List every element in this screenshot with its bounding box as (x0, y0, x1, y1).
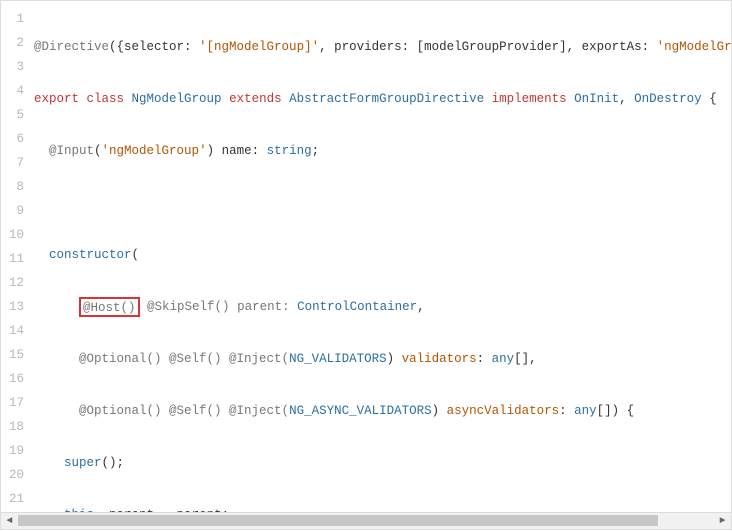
line-number: 10 (9, 223, 24, 247)
line-number: 7 (9, 151, 24, 175)
scrollbar-track[interactable] (18, 513, 714, 529)
line-number: 5 (9, 103, 24, 127)
decorator-name: @Optional() @Self() @Inject( (34, 404, 289, 418)
line-number: 4 (9, 79, 24, 103)
string-literal: '[ngModelGroup]' (199, 40, 319, 54)
code-text: ) (387, 352, 402, 366)
code-text: ({selector: (109, 40, 199, 54)
keyword: this (64, 508, 94, 512)
line-number: 20 (9, 463, 24, 487)
type-name: any (492, 352, 515, 366)
code-text: : (559, 404, 574, 418)
code-text (34, 300, 79, 314)
keyword: implements (484, 92, 574, 106)
scroll-right-arrow-icon[interactable]: ► (714, 514, 731, 529)
keyword: extends (222, 92, 290, 106)
type-name: any (574, 404, 597, 418)
line-number: 6 (9, 127, 24, 151)
line-number: 12 (9, 271, 24, 295)
interface-name: OnDestroy (634, 92, 702, 106)
code-line-empty (34, 191, 731, 215)
class-name: AbstractFormGroupDirective (289, 92, 484, 106)
line-number: 19 (9, 439, 24, 463)
interface-name: OnInit (574, 92, 619, 106)
code-content[interactable]: @Directive({selector: '[ngModelGroup]', … (34, 1, 731, 512)
code-line: @Optional() @Self() @Inject(NG_VALIDATOR… (34, 347, 731, 371)
code-text (34, 456, 64, 470)
keyword: export (34, 92, 79, 106)
code-text: @SkipSelf() parent: (140, 300, 298, 314)
keyword: class (79, 92, 132, 106)
line-number-gutter: 1 2 3 4 5 6 7 8 9 10 11 12 13 14 15 16 1… (1, 1, 34, 512)
code-text: , providers: [modelGroupProvider], expor… (319, 40, 657, 54)
keyword: super (64, 456, 102, 470)
line-number: 9 (9, 199, 24, 223)
code-text: , (619, 92, 634, 106)
line-number: 13 (9, 295, 24, 319)
string-literal: 'ngModelGroup' (102, 144, 207, 158)
line-number: 18 (9, 415, 24, 439)
line-number: 16 (9, 367, 24, 391)
line-number: 8 (9, 175, 24, 199)
decorator-name: @Input (34, 144, 94, 158)
string-literal: 'ngModelGroup' (657, 40, 731, 54)
code-text: (); (102, 456, 125, 470)
line-number: 15 (9, 343, 24, 367)
code-text: { (702, 92, 717, 106)
type-name: string (267, 144, 312, 158)
line-number: 2 (9, 31, 24, 55)
decorator-name: @Optional() @Self() @Inject( (34, 352, 289, 366)
function-name: constructor (34, 248, 132, 262)
decorator-name: @Directive (34, 40, 109, 54)
code-text: ( (94, 144, 102, 158)
constant-name: NG_VALIDATORS (289, 352, 387, 366)
code-line: @Input('ngModelGroup') name: string; (34, 139, 731, 163)
highlighted-host-decorator: @Host() (79, 297, 140, 317)
code-text: , (417, 300, 425, 314)
parameter-name: validators (402, 352, 477, 366)
code-text: [], (514, 352, 537, 366)
code-line: super(); (34, 451, 731, 475)
line-number: 3 (9, 55, 24, 79)
code-text: ._parent = parent; (94, 508, 229, 512)
decorator-name: @Host() (83, 301, 136, 315)
code-text: ) (432, 404, 447, 418)
class-name: ControlContainer (297, 300, 417, 314)
line-number: 14 (9, 319, 24, 343)
class-name: NgModelGroup (132, 92, 222, 106)
code-viewer: 1 2 3 4 5 6 7 8 9 10 11 12 13 14 15 16 1… (0, 0, 732, 513)
scrollbar-thumb[interactable] (18, 515, 658, 526)
code-text: : (477, 352, 492, 366)
code-text (34, 508, 64, 512)
code-line: this._parent = parent; (34, 503, 731, 512)
code-text: ) name: (207, 144, 267, 158)
code-line: @Directive({selector: '[ngModelGroup]', … (34, 35, 731, 59)
code-text: ( (132, 248, 140, 262)
code-line: export class NgModelGroup extends Abstra… (34, 87, 731, 111)
line-number: 17 (9, 391, 24, 415)
line-number: 21 (9, 487, 24, 511)
parameter-name: asyncValidators (447, 404, 560, 418)
line-number: 1 (9, 7, 24, 31)
code-line: constructor( (34, 243, 731, 267)
code-line: @Optional() @Self() @Inject(NG_ASYNC_VAL… (34, 399, 731, 423)
constant-name: NG_ASYNC_VALIDATORS (289, 404, 432, 418)
line-number: 11 (9, 247, 24, 271)
code-text: ; (312, 144, 320, 158)
horizontal-scrollbar[interactable]: ◄ ► (0, 513, 732, 530)
scroll-left-arrow-icon[interactable]: ◄ (1, 514, 18, 529)
code-text: []) { (597, 404, 635, 418)
code-line: @Host() @SkipSelf() parent: ControlConta… (34, 295, 731, 319)
